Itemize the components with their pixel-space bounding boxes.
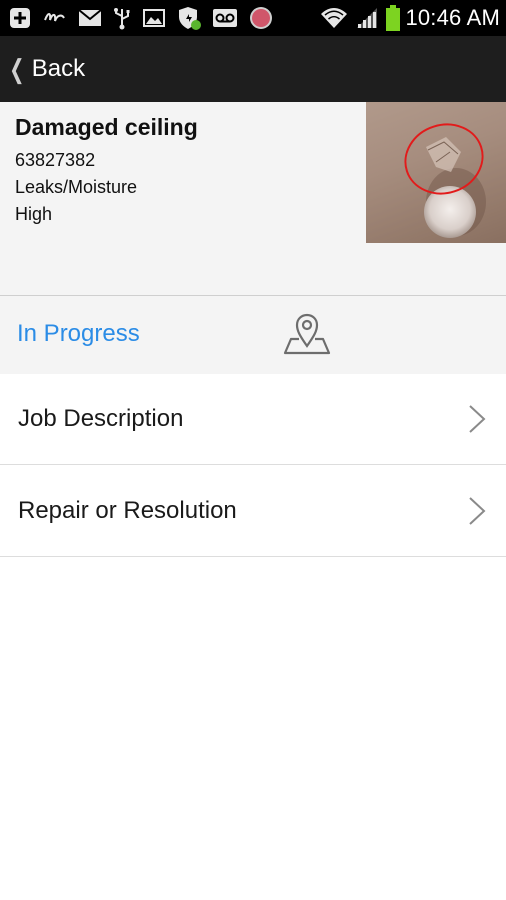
job-photo-thumbnail[interactable] — [366, 102, 506, 243]
chevron-right-icon — [468, 404, 486, 439]
menu-item-label: Job Description — [18, 405, 184, 432]
clock: 10:46 AM — [405, 5, 500, 30]
job-number: 63827382 — [15, 150, 96, 170]
menu-item-repair-resolution[interactable]: Repair or Resolution — [0, 466, 506, 557]
battery-icon — [385, 4, 401, 32]
notification-icons — [8, 5, 284, 31]
virgin-icon — [42, 6, 68, 30]
image-icon — [142, 7, 166, 29]
job-header: Damaged ceiling 63827382 Leaks/Moisture … — [0, 102, 506, 296]
map-pin-icon[interactable] — [282, 310, 332, 361]
system-icons: 10:46 AM — [313, 4, 500, 32]
status-row: In Progress — [0, 296, 506, 374]
job-details: Damaged ceiling 63827382 Leaks/Moisture … — [15, 114, 198, 228]
job-status-label[interactable]: In Progress — [17, 320, 140, 348]
job-category: Leaks/Moisture — [15, 177, 138, 197]
back-label: Back — [31, 55, 86, 82]
mail-icon — [78, 8, 102, 28]
add-icon — [8, 6, 32, 30]
back-button[interactable]: ❮ Back — [6, 55, 85, 83]
status-bar: 10:46 AM — [0, 0, 506, 36]
job-title: Damaged ceiling — [15, 114, 198, 140]
usb-icon — [112, 6, 132, 30]
chevron-left-icon: ❮ — [9, 54, 25, 84]
action-bar: ❮ Back — [0, 36, 506, 102]
record-icon — [248, 5, 274, 31]
chevron-right-icon — [468, 496, 486, 531]
voicemail-icon — [212, 7, 238, 29]
menu-item-label: Repair or Resolution — [18, 497, 237, 524]
shield-icon — [176, 5, 202, 31]
signal-icon — [355, 6, 379, 30]
job-priority: High — [15, 204, 53, 224]
wifi-icon — [319, 6, 349, 30]
menu-item-job-description[interactable]: Job Description — [0, 374, 506, 465]
